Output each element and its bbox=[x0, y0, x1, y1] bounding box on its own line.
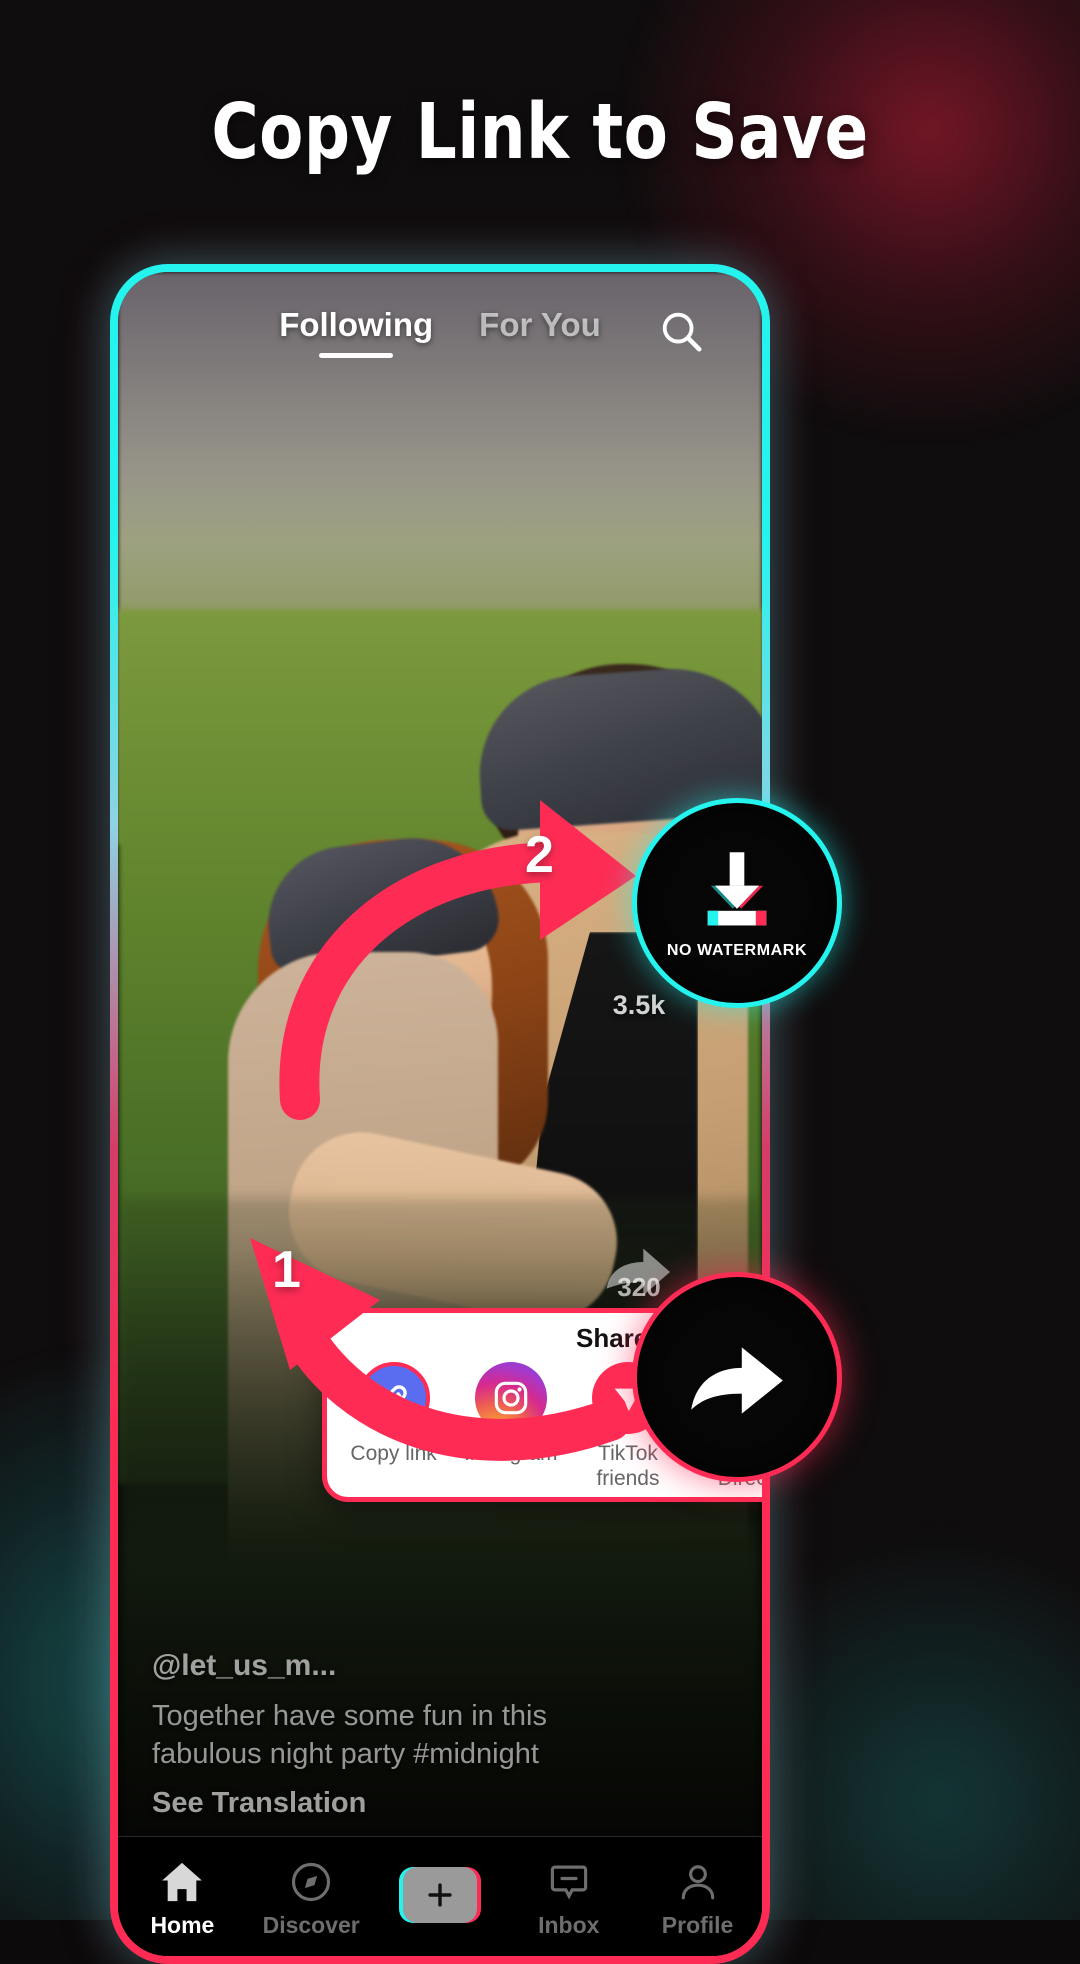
nav-item-home[interactable]: Home bbox=[123, 1861, 241, 1939]
plus-create-icon bbox=[398, 1867, 481, 1923]
bottom-nav: Home Discover Inbox Profile bbox=[118, 1836, 762, 1956]
share-label-instagram: Instagram bbox=[464, 1442, 558, 1465]
step-number-1: 1 bbox=[272, 1241, 301, 1299]
step-number-2: 2 bbox=[525, 826, 554, 884]
tab-for-you[interactable]: For You bbox=[479, 306, 601, 358]
tab-active-underline bbox=[319, 353, 394, 358]
see-translation-link[interactable]: See Translation bbox=[152, 1787, 582, 1820]
nav-label-inbox: Inbox bbox=[538, 1911, 600, 1938]
nav-label-home: Home bbox=[150, 1911, 215, 1938]
nav-item-create[interactable] bbox=[381, 1867, 499, 1932]
nav-item-inbox[interactable]: Inbox bbox=[510, 1861, 628, 1939]
search-icon[interactable] bbox=[658, 308, 704, 354]
link-chain-icon bbox=[357, 1362, 430, 1434]
compass-icon bbox=[292, 1862, 331, 1901]
instagram-icon bbox=[474, 1362, 547, 1434]
download-icon bbox=[707, 852, 767, 926]
tab-following[interactable]: Following bbox=[279, 306, 433, 358]
tab-inactive-underline bbox=[503, 353, 577, 358]
phone-screen: Following For You 3.5k 320 @let_us_m... … bbox=[118, 272, 762, 1956]
no-watermark-download-button[interactable]: NO WATERMARK bbox=[632, 798, 842, 1008]
caption-username[interactable]: @let_us_m... bbox=[152, 1649, 582, 1683]
home-icon bbox=[162, 1862, 203, 1901]
nav-item-profile[interactable]: Profile bbox=[639, 1861, 757, 1939]
tab-for-you-label: For You bbox=[479, 306, 601, 343]
share-label-copy-link: Copy link bbox=[350, 1442, 437, 1465]
no-watermark-label: NO WATERMARK bbox=[666, 942, 808, 959]
top-bar: Following For You bbox=[118, 300, 762, 374]
page-title: Copy Link to Save bbox=[211, 88, 869, 177]
share-item-copy-link[interactable]: Copy link bbox=[338, 1362, 450, 1466]
nav-label-profile: Profile bbox=[661, 1911, 734, 1938]
share-item-instagram[interactable]: Instagram bbox=[455, 1362, 567, 1466]
share-fab-button[interactable] bbox=[632, 1272, 842, 1482]
person-icon bbox=[681, 1864, 714, 1899]
phone-mockup: Following For You 3.5k 320 @let_us_m... … bbox=[110, 264, 770, 1964]
nav-item-discover[interactable]: Discover bbox=[252, 1861, 370, 1939]
inbox-message-icon bbox=[550, 1865, 587, 1899]
tab-following-label: Following bbox=[279, 306, 434, 343]
nav-label-discover: Discover bbox=[262, 1911, 360, 1938]
video-caption: @let_us_m... Together have some fun in t… bbox=[152, 1649, 582, 1820]
share-arrow-icon bbox=[691, 1347, 783, 1414]
caption-text: Together have some fun in this fabulous … bbox=[152, 1700, 547, 1770]
